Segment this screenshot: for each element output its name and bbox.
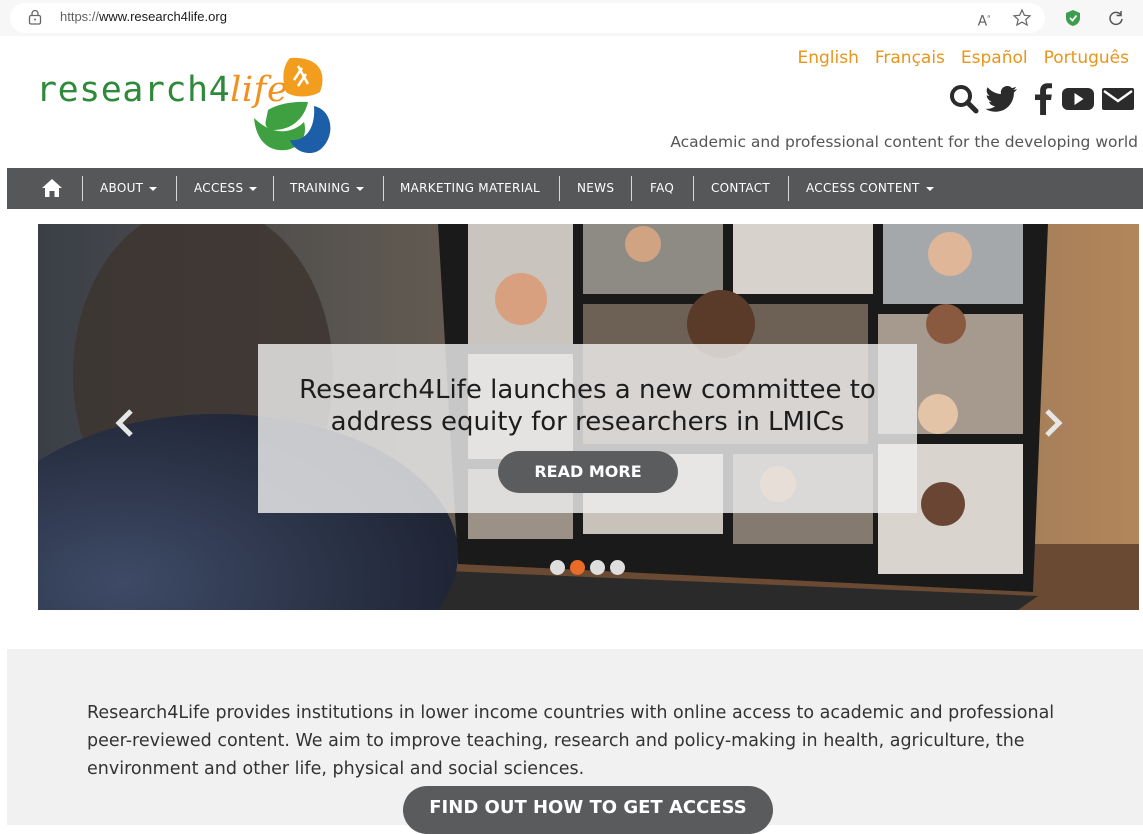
get-access-button[interactable]: FIND OUT HOW TO GET ACCESS [403, 786, 773, 834]
main-navigation: ABOUT ACCESS TRAINING MARKETING MATERIAL… [7, 168, 1143, 209]
nav-separator [788, 176, 789, 201]
hero-title-line-2: address equity for researchers in LMICs [330, 407, 845, 437]
nav-faq[interactable]: FAQ [650, 168, 674, 209]
language-switcher: English Français Español Português [781, 48, 1129, 68]
nav-contact[interactable]: CONTACT [711, 168, 770, 209]
intro-section: Research4Life provides institutions in l… [7, 649, 1143, 834]
nav-training[interactable]: TRAINING [290, 168, 365, 209]
nav-training-label: TRAINING [290, 181, 351, 195]
hero-caption: Research4Life launches a new committee t… [258, 344, 917, 513]
nav-about[interactable]: ABOUT [100, 168, 158, 209]
nav-access[interactable]: ACCESS [194, 168, 258, 209]
read-aloud-icon[interactable]: Aᵃ [974, 8, 994, 30]
read-more-button[interactable]: READ MORE [498, 451, 678, 493]
carousel-dot-1[interactable] [550, 560, 565, 575]
browser-toolbar: https://www.research4life.org Aᵃ [0, 0, 1143, 36]
nav-access-content-label: ACCESS CONTENT [806, 181, 920, 195]
nav-marketing-material-label: MARKETING MATERIAL [400, 181, 541, 195]
site-tagline: Academic and professional content for th… [670, 133, 1138, 151]
hero-title: Research4Life launches a new committee t… [258, 374, 917, 438]
logo-text-main: research4 [36, 70, 231, 110]
facebook-icon[interactable] [1027, 82, 1061, 116]
home-icon[interactable] [41, 178, 63, 198]
twitter-icon[interactable] [985, 82, 1019, 116]
nav-news-label: NEWS [577, 181, 615, 195]
chevron-down-icon [249, 186, 258, 191]
youtube-icon[interactable] [1061, 82, 1095, 116]
logo-leaf-mark-icon [254, 57, 331, 154]
hero-carousel: Research4Life launches a new committee t… [38, 224, 1139, 610]
carousel-dot-4[interactable] [610, 560, 625, 575]
search-icon[interactable] [947, 82, 981, 116]
carousel-dot-2-active[interactable] [570, 560, 585, 575]
lock-icon[interactable] [28, 9, 42, 25]
intro-description: Research4Life provides institutions in l… [87, 703, 1055, 779]
nav-separator [273, 176, 274, 201]
nav-separator [559, 176, 560, 201]
chevron-down-icon [149, 186, 158, 191]
lang-espanol[interactable]: Español [961, 48, 1028, 68]
nav-separator [82, 176, 83, 201]
nav-news[interactable]: NEWS [577, 168, 614, 209]
lang-francais[interactable]: Français [875, 48, 945, 68]
email-icon[interactable] [1101, 82, 1135, 116]
hero-title-line-1: Research4Life launches a new committee t… [299, 375, 876, 405]
nav-faq-label: FAQ [650, 181, 675, 195]
carousel-dot-3[interactable] [590, 560, 605, 575]
nav-separator [693, 176, 694, 201]
nav-marketing-material[interactable]: MARKETING MATERIAL [400, 168, 540, 209]
nav-contact-label: CONTACT [711, 181, 771, 195]
url-text[interactable]: https://www.research4life.org [60, 9, 227, 24]
shield-extension-icon[interactable] [1063, 8, 1083, 28]
lang-portugues[interactable]: Português [1044, 48, 1129, 68]
nav-separator [383, 176, 384, 201]
nav-access-content[interactable]: ACCESS CONTENT [806, 168, 934, 209]
nav-about-label: ABOUT [100, 181, 144, 195]
url-domain: www.research4life.org [99, 9, 227, 24]
chevron-down-icon [356, 186, 365, 191]
favorite-star-icon[interactable] [1012, 8, 1032, 28]
lang-english[interactable]: English [797, 48, 858, 68]
social-links [947, 82, 1137, 116]
nav-access-label: ACCESS [194, 181, 244, 195]
site-logo[interactable]: research4life [36, 56, 336, 156]
url-protocol: https:// [60, 9, 100, 24]
nav-separator [631, 176, 632, 201]
refresh-icon[interactable] [1106, 8, 1126, 28]
nav-separator [176, 176, 177, 201]
carousel-next-arrow-icon[interactable] [1040, 406, 1066, 440]
chevron-down-icon [925, 186, 934, 191]
carousel-prev-arrow-icon[interactable] [112, 406, 138, 440]
